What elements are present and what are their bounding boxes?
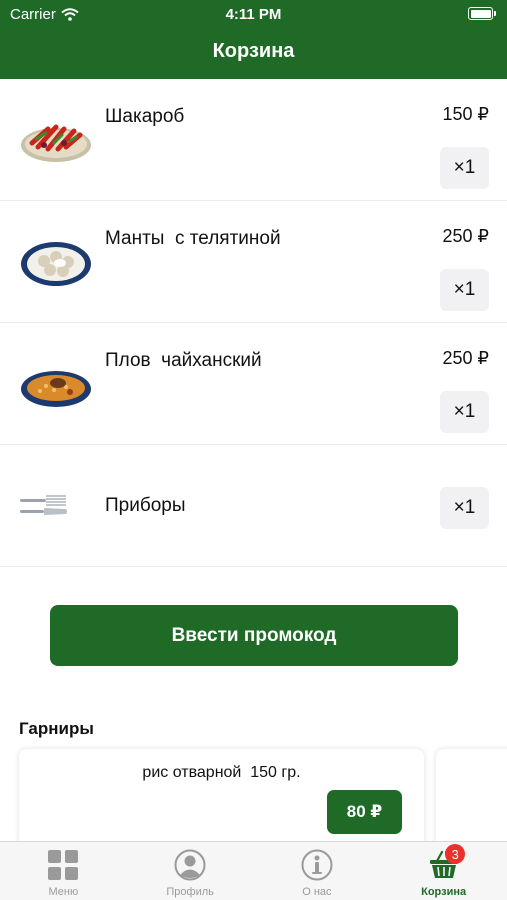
tab-cart[interactable]: Корзина 3 xyxy=(380,842,507,900)
cart-list: Шакароб 150 ₽ ×1 Манты с телятиной 250 ₽… xyxy=(0,79,507,567)
cart-count-badge: 3 xyxy=(445,844,466,864)
tab-label: Корзина xyxy=(421,886,467,898)
cart-item-name: Шакароб xyxy=(105,106,185,127)
cutlery-label: Приборы xyxy=(105,495,186,516)
header: Carrier 4:11 PM Корзина xyxy=(0,0,507,79)
profile-icon xyxy=(174,849,206,881)
cutlery-icon xyxy=(20,495,67,515)
plov-plate-icon xyxy=(21,371,91,407)
side-add-button[interactable]: 80 ₽ xyxy=(327,790,402,834)
cart-item-name: Манты с телятиной xyxy=(105,228,281,249)
page-title: Корзина xyxy=(212,40,295,62)
cart-item[interactable]: Шакароб 150 ₽ ×1 xyxy=(0,79,507,201)
tab-label: Профиль xyxy=(166,886,214,898)
status-bar: Carrier 4:11 PM xyxy=(0,0,507,28)
tab-about[interactable]: О нас xyxy=(254,842,381,900)
tab-label: Меню xyxy=(48,886,79,898)
tab-label: О нас xyxy=(302,886,332,898)
side-card[interactable]: рис отварной 150 гр. 80 ₽ xyxy=(19,749,424,849)
side-card[interactable] xyxy=(436,749,507,849)
dumplings-plate-icon xyxy=(21,242,91,286)
cart-item[interactable]: Плов чайханский 250 ₽ ×1 xyxy=(0,323,507,445)
cart-item[interactable]: Манты с телятиной 250 ₽ ×1 xyxy=(0,201,507,323)
status-time: 4:11 PM xyxy=(225,6,282,23)
sides-title: Гарниры xyxy=(19,719,94,738)
tab-bar: Меню Профиль О нас Корзина 3 xyxy=(0,841,507,900)
tab-menu[interactable]: Меню xyxy=(0,842,127,900)
battery-icon xyxy=(468,7,496,20)
cart-item-price: 150 ₽ xyxy=(442,104,490,124)
cart-item-price: 250 ₽ xyxy=(442,348,490,368)
salad-plate-icon xyxy=(21,124,91,162)
cutlery-row[interactable]: Приборы ×1 xyxy=(0,445,507,567)
quantity-button[interactable]: ×1 xyxy=(440,269,489,311)
cart-item-price: 250 ₽ xyxy=(442,226,490,246)
tab-profile[interactable]: Профиль xyxy=(127,842,254,900)
menu-grid-icon xyxy=(48,850,79,880)
info-icon xyxy=(301,849,333,881)
quantity-button[interactable]: ×1 xyxy=(440,391,489,433)
cart-item-name: Плов чайханский xyxy=(105,350,262,371)
quantity-button[interactable]: ×1 xyxy=(440,147,489,189)
cutlery-quantity-button[interactable]: ×1 xyxy=(440,487,489,529)
promo-code-button[interactable]: Ввести промокод xyxy=(50,605,458,666)
side-name: рис отварной 150 гр. xyxy=(142,764,301,781)
